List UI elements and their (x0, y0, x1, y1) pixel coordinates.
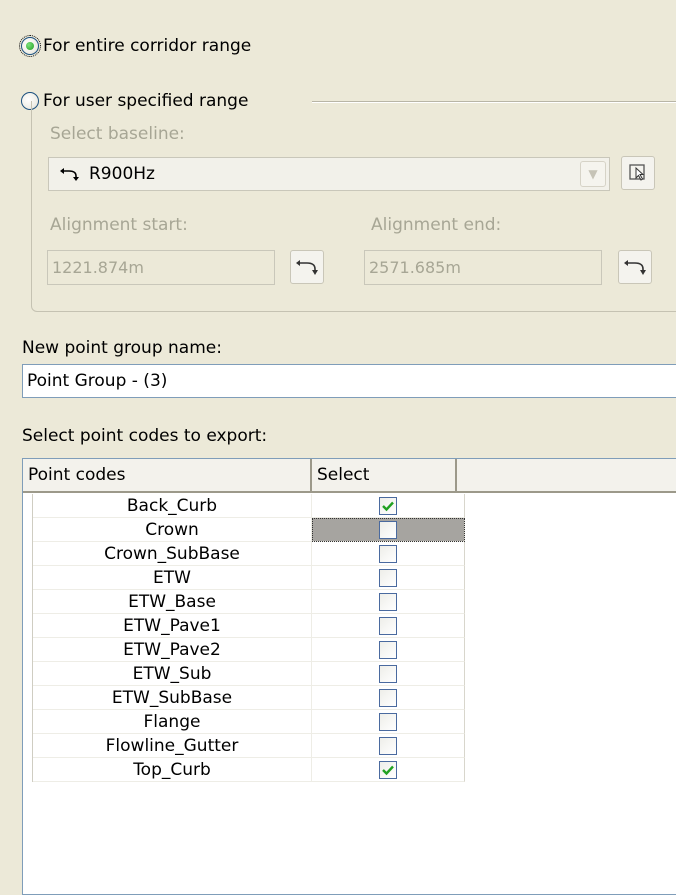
alignment-end-label: Alignment end: (371, 215, 502, 235)
table-row[interactable]: Crown (33, 518, 465, 542)
row-indicator (23, 494, 33, 518)
table-row[interactable]: ETW_Pave2 (33, 638, 465, 662)
point-code-cell: Flange (33, 710, 312, 734)
table-row[interactable]: ETW_SubBase (33, 686, 465, 710)
table-row[interactable]: ETW_Sub (33, 662, 465, 686)
row-indicator (23, 686, 33, 710)
select-cell[interactable] (312, 710, 465, 734)
row-indicator (23, 590, 33, 614)
table-row[interactable]: ETW_Pave1 (33, 614, 465, 638)
row-indicator (23, 614, 33, 638)
row-indicator (23, 734, 33, 758)
select-cell[interactable] (312, 734, 465, 758)
point-codes-grid: Point codes Select Back_Curb Crown Crown_S… (22, 458, 676, 895)
radio-user-label: For user specified range (43, 91, 249, 111)
point-group-name-label: New point group name: (22, 338, 222, 358)
pick-baseline-button[interactable] (621, 156, 655, 190)
radio-user-range[interactable]: For user specified range (21, 88, 248, 114)
checkbox-unchecked[interactable] (379, 640, 397, 659)
check-icon (382, 501, 394, 511)
row-indicator (23, 662, 33, 686)
row-indicator (23, 710, 33, 734)
check-icon (382, 765, 394, 775)
pick-from-drawing-icon (629, 164, 645, 181)
baseline-value: R900Hz (89, 164, 155, 184)
baseline-icon (59, 166, 81, 182)
select-cell[interactable] (312, 758, 465, 782)
radio-entire-corridor[interactable]: For entire corridor range (19, 33, 252, 59)
checkbox-checked[interactable] (379, 496, 397, 515)
checkbox-checked[interactable] (379, 760, 397, 779)
checkbox-unchecked[interactable] (379, 568, 397, 587)
select-cell[interactable] (312, 494, 465, 518)
checkbox-unchecked[interactable] (379, 736, 397, 755)
point-code-cell: ETW_Sub (33, 662, 312, 686)
table-row[interactable]: Flange (33, 710, 465, 734)
select-cell[interactable] (312, 614, 465, 638)
checkbox-unchecked[interactable] (379, 616, 397, 635)
table-row[interactable]: Back_Curb (33, 494, 465, 518)
alignment-start-label: Alignment start: (50, 215, 188, 235)
point-code-cell: ETW_Pave1 (33, 614, 312, 638)
point-code-cell: ETW_Base (33, 590, 312, 614)
groupbox-left-edge (31, 101, 32, 117)
checkbox-unchecked[interactable] (379, 688, 397, 707)
table-row[interactable]: ETW (33, 566, 465, 590)
point-code-cell: Back_Curb (33, 494, 312, 518)
checkbox-unchecked[interactable] (379, 544, 397, 563)
baseline-label: Select baseline: (50, 124, 185, 144)
radio-button-selected[interactable] (19, 35, 41, 57)
radio-entire-label: For entire corridor range (43, 36, 252, 56)
select-cell[interactable] (312, 518, 465, 542)
select-cell[interactable] (312, 686, 465, 710)
point-code-cell: Crown_SubBase (33, 542, 312, 566)
pick-station-icon (296, 260, 318, 275)
checkbox-unchecked[interactable] (379, 712, 397, 731)
chevron-down-icon[interactable]: ▼ (580, 161, 606, 187)
checkbox-unchecked[interactable] (379, 520, 397, 539)
table-row[interactable]: ETW_Base (33, 590, 465, 614)
select-cell[interactable] (312, 590, 465, 614)
table-row[interactable]: Flowline_Gutter (33, 734, 465, 758)
row-indicator (23, 638, 33, 662)
point-code-cell: Flowline_Gutter (33, 734, 312, 758)
pick-start-station-button[interactable] (290, 250, 324, 284)
pick-end-station-button[interactable] (618, 250, 652, 284)
grid-header: Point codes Select (23, 459, 676, 493)
column-header-select[interactable]: Select (312, 459, 457, 493)
point-code-cell: ETW_SubBase (33, 686, 312, 710)
select-cell[interactable] (312, 542, 465, 566)
groupbox-top-line (312, 101, 676, 103)
row-indicator (23, 566, 33, 590)
table-row[interactable]: Crown_SubBase (33, 542, 465, 566)
row-indicator (23, 542, 33, 566)
baseline-dropdown[interactable]: R900Hz ▼ (48, 157, 610, 191)
column-header-point-codes[interactable]: Point codes (23, 459, 312, 493)
table-row[interactable]: Top_Curb (33, 758, 465, 782)
point-code-cell: ETW_Pave2 (33, 638, 312, 662)
point-codes-label: Select point codes to export: (22, 426, 268, 446)
alignment-start-field[interactable]: 1221.874m (47, 250, 275, 285)
pick-station-icon (624, 260, 646, 275)
column-header-blank (457, 459, 676, 493)
radio-button-unselected[interactable] (21, 92, 39, 110)
row-indicator (23, 758, 33, 782)
point-code-cell: ETW (33, 566, 312, 590)
select-cell[interactable] (312, 566, 465, 590)
checkbox-unchecked[interactable] (379, 664, 397, 683)
select-cell[interactable] (312, 662, 465, 686)
point-group-name-input[interactable]: Point Group - (3) (22, 364, 676, 398)
checkbox-unchecked[interactable] (379, 592, 397, 611)
row-indicator (23, 518, 33, 542)
point-code-cell: Top_Curb (33, 758, 312, 782)
alignment-end-field[interactable]: 2571.685m (364, 250, 602, 285)
point-code-cell: Crown (33, 518, 312, 542)
select-cell[interactable] (312, 638, 465, 662)
